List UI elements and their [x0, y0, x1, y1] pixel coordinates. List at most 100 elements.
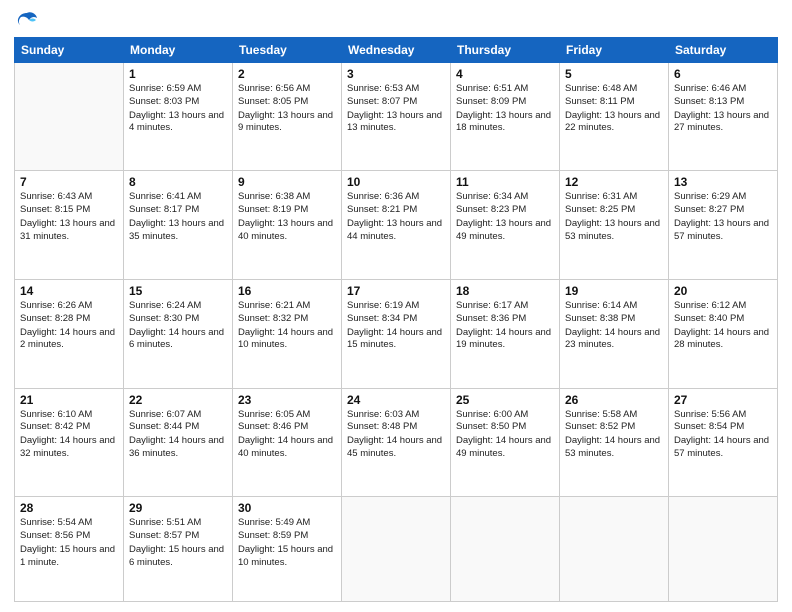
calendar-cell: [15, 62, 124, 171]
day-number: 30: [238, 501, 336, 515]
sunrise-text: Sunrise: 6:10 AM: [20, 409, 118, 422]
calendar-cell: [669, 497, 778, 602]
day-number: 26: [565, 393, 663, 407]
day-number: 25: [456, 393, 554, 407]
cell-info: Sunrise: 6:26 AMSunset: 8:28 PMDaylight:…: [20, 300, 118, 352]
sunset-text: Sunset: 8:32 PM: [238, 313, 336, 326]
weekday-header-wednesday: Wednesday: [342, 37, 451, 62]
sunset-text: Sunset: 8:09 PM: [456, 96, 554, 109]
cell-info: Sunrise: 6:03 AMSunset: 8:48 PMDaylight:…: [347, 409, 445, 461]
page-header: [14, 10, 778, 31]
calendar-cell: 2Sunrise: 6:56 AMSunset: 8:05 PMDaylight…: [233, 62, 342, 171]
calendar-cell: 23Sunrise: 6:05 AMSunset: 8:46 PMDayligh…: [233, 388, 342, 497]
sunset-text: Sunset: 8:28 PM: [20, 313, 118, 326]
sunrise-text: Sunrise: 6:51 AM: [456, 83, 554, 96]
calendar-cell: 21Sunrise: 6:10 AMSunset: 8:42 PMDayligh…: [15, 388, 124, 497]
sunset-text: Sunset: 8:05 PM: [238, 96, 336, 109]
daylight-text: Daylight: 14 hours and 28 minutes.: [674, 327, 772, 353]
cell-info: Sunrise: 6:41 AMSunset: 8:17 PMDaylight:…: [129, 191, 227, 243]
sunset-text: Sunset: 8:40 PM: [674, 313, 772, 326]
sunset-text: Sunset: 8:52 PM: [565, 421, 663, 434]
cell-info: Sunrise: 6:38 AMSunset: 8:19 PMDaylight:…: [238, 191, 336, 243]
calendar-cell: 17 Sunrise: 6:19 AMSunset: 8:34 PMDayligh…: [342, 280, 451, 389]
day-number: 4: [456, 67, 554, 81]
daylight-text: Daylight: 13 hours and 13 minutes.: [347, 110, 445, 136]
daylight-text: Daylight: 13 hours and 40 minutes.: [238, 218, 336, 244]
sunset-text: Sunset: 8:19 PM: [238, 204, 336, 217]
daylight-text: Daylight: 14 hours and 45 minutes.: [347, 435, 445, 461]
calendar-cell: 20Sunrise: 6:12 AMSunset: 8:40 PMDayligh…: [669, 280, 778, 389]
daylight-text: Daylight: 14 hours and 49 minutes.: [456, 435, 554, 461]
weekday-header-tuesday: Tuesday: [233, 37, 342, 62]
calendar-week-row: 14 Sunrise: 6:26 AMSunset: 8:28 PMDayligh…: [15, 280, 778, 389]
cell-info: Sunrise: 6:17 AMSunset: 8:36 PMDaylight:…: [456, 300, 554, 352]
cell-info: Sunrise: 6:46 AMSunset: 8:13 PMDaylight:…: [674, 83, 772, 135]
sunrise-text: Sunrise: 6:12 AM: [674, 300, 772, 313]
day-number: 21: [20, 393, 118, 407]
day-number: 13: [674, 175, 772, 189]
daylight-text: Daylight: 14 hours and 2 minutes.: [20, 327, 118, 353]
calendar-cell: 11Sunrise: 6:34 AMSunset: 8:23 PMDayligh…: [451, 171, 560, 280]
daylight-text: Daylight: 13 hours and 53 minutes.: [565, 218, 663, 244]
day-number: 1: [129, 67, 227, 81]
sunset-text: Sunset: 8:15 PM: [20, 204, 118, 217]
day-number: 16: [238, 284, 336, 298]
cell-info: Sunrise: 6:43 AMSunset: 8:15 PMDaylight:…: [20, 191, 118, 243]
sunset-text: Sunset: 8:44 PM: [129, 421, 227, 434]
day-number: 19: [565, 284, 663, 298]
calendar-week-row: 1 Sunrise: 6:59 AMSunset: 8:03 PMDaylight…: [15, 62, 778, 171]
daylight-text: Daylight: 14 hours and 6 minutes.: [129, 327, 227, 353]
cell-info: Sunrise: 6:00 AMSunset: 8:50 PMDaylight:…: [456, 409, 554, 461]
cell-info: Sunrise: 6:36 AMSunset: 8:21 PMDaylight:…: [347, 191, 445, 243]
calendar-cell: 10Sunrise: 6:36 AMSunset: 8:21 PMDayligh…: [342, 171, 451, 280]
daylight-text: Daylight: 13 hours and 27 minutes.: [674, 110, 772, 136]
sunset-text: Sunset: 8:38 PM: [565, 313, 663, 326]
day-number: 14: [20, 284, 118, 298]
sunrise-text: Sunrise: 6:00 AM: [456, 409, 554, 422]
day-number: 5: [565, 67, 663, 81]
cell-info: Sunrise: 6:31 AMSunset: 8:25 PMDaylight:…: [565, 191, 663, 243]
calendar-cell: 12 Sunrise: 6:31 AMSunset: 8:25 PMDayligh…: [560, 171, 669, 280]
weekday-header-friday: Friday: [560, 37, 669, 62]
day-number: 17: [347, 284, 445, 298]
sunset-text: Sunset: 8:36 PM: [456, 313, 554, 326]
daylight-text: Daylight: 13 hours and 22 minutes.: [565, 110, 663, 136]
daylight-text: Daylight: 14 hours and 15 minutes.: [347, 327, 445, 353]
calendar-cell: 15Sunrise: 6:24 AMSunset: 8:30 PMDayligh…: [124, 280, 233, 389]
sunrise-text: Sunrise: 6:43 AM: [20, 191, 118, 204]
sunrise-text: Sunrise: 6:19 AM: [347, 300, 445, 313]
day-number: 23: [238, 393, 336, 407]
sunrise-text: Sunrise: 6:17 AM: [456, 300, 554, 313]
cell-info: Sunrise: 6:21 AMSunset: 8:32 PMDaylight:…: [238, 300, 336, 352]
daylight-text: Daylight: 13 hours and 44 minutes.: [347, 218, 445, 244]
cell-info: Sunrise: 6:59 AMSunset: 8:03 PMDaylight:…: [129, 83, 227, 135]
sunset-text: Sunset: 8:34 PM: [347, 313, 445, 326]
calendar-cell: 26Sunrise: 5:58 AMSunset: 8:52 PMDayligh…: [560, 388, 669, 497]
sunset-text: Sunset: 8:30 PM: [129, 313, 227, 326]
sunrise-text: Sunrise: 6:21 AM: [238, 300, 336, 313]
cell-info: Sunrise: 6:14 AMSunset: 8:38 PMDaylight:…: [565, 300, 663, 352]
cell-info: Sunrise: 6:19 AMSunset: 8:34 PMDaylight:…: [347, 300, 445, 352]
daylight-text: Daylight: 13 hours and 18 minutes.: [456, 110, 554, 136]
calendar-cell: 4 Sunrise: 6:51 AMSunset: 8:09 PMDaylight…: [451, 62, 560, 171]
cell-info: Sunrise: 5:49 AMSunset: 8:59 PMDaylight:…: [238, 517, 336, 569]
weekday-header-sunday: Sunday: [15, 37, 124, 62]
calendar-cell: [342, 497, 451, 602]
logo-general: [14, 10, 38, 31]
calendar-cell: 9Sunrise: 6:38 AMSunset: 8:19 PMDaylight…: [233, 171, 342, 280]
daylight-text: Daylight: 15 hours and 1 minute.: [20, 544, 118, 570]
calendar-table: SundayMondayTuesdayWednesdayThursdayFrid…: [14, 37, 778, 602]
day-number: 22: [129, 393, 227, 407]
daylight-text: Daylight: 14 hours and 32 minutes.: [20, 435, 118, 461]
day-number: 12: [565, 175, 663, 189]
logo: [14, 10, 40, 31]
sunrise-text: Sunrise: 6:53 AM: [347, 83, 445, 96]
daylight-text: Daylight: 15 hours and 6 minutes.: [129, 544, 227, 570]
cell-info: Sunrise: 6:24 AMSunset: 8:30 PMDaylight:…: [129, 300, 227, 352]
weekday-header-saturday: Saturday: [669, 37, 778, 62]
sunset-text: Sunset: 8:03 PM: [129, 96, 227, 109]
daylight-text: Daylight: 13 hours and 49 minutes.: [456, 218, 554, 244]
cell-info: Sunrise: 5:56 AMSunset: 8:54 PMDaylight:…: [674, 409, 772, 461]
calendar-cell: 30 Sunrise: 5:49 AMSunset: 8:59 PMDayligh…: [233, 497, 342, 602]
sunrise-text: Sunrise: 6:24 AM: [129, 300, 227, 313]
